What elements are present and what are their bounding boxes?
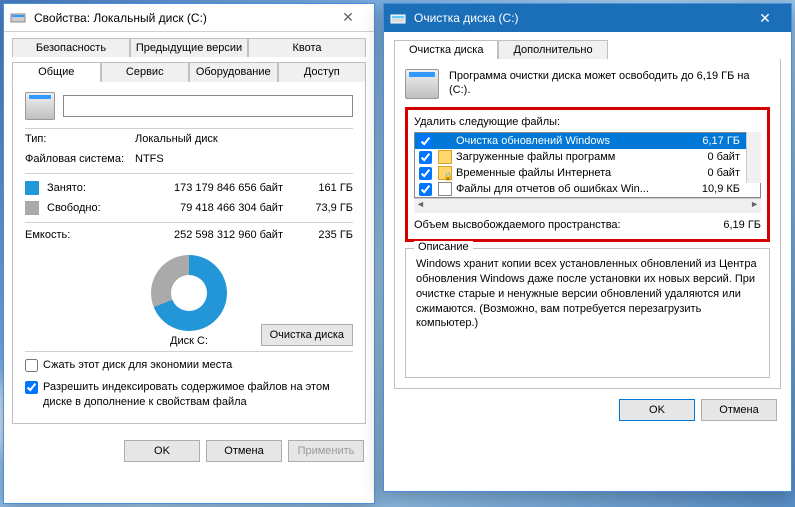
cancel-button[interactable]: Отмена bbox=[701, 399, 777, 421]
tab-tools[interactable]: Сервис bbox=[101, 62, 190, 82]
tab-hardware[interactable]: Оборудование bbox=[189, 62, 278, 82]
capacity-label: Емкость: bbox=[25, 229, 131, 241]
type-label: Тип: bbox=[25, 133, 135, 145]
general-tab-content: Тип: Локальный диск Файловая система: NT… bbox=[12, 82, 366, 424]
folder-icon bbox=[438, 150, 452, 164]
dialog-buttons: OK Отмена bbox=[384, 389, 791, 421]
close-button[interactable]: ✕ bbox=[745, 8, 785, 28]
description-title: Описание bbox=[414, 241, 473, 253]
scroll-left-icon[interactable]: ◄ bbox=[416, 199, 425, 213]
disk-cleanup-button[interactable]: Очистка диска bbox=[261, 324, 353, 346]
file-icon bbox=[438, 182, 452, 196]
filesystem-value: NTFS bbox=[135, 153, 353, 165]
titlebar: Очистка диска (C:) ✕ bbox=[384, 4, 791, 32]
ok-button[interactable]: OK bbox=[124, 440, 200, 462]
usage-donut-chart bbox=[151, 255, 227, 331]
win-icon bbox=[438, 134, 452, 148]
vertical-scrollbar[interactable] bbox=[746, 132, 761, 183]
cancel-button[interactable]: Отмена bbox=[206, 440, 282, 462]
cleanup-drive-icon bbox=[405, 69, 439, 99]
tab-cleanup[interactable]: Очистка диска bbox=[394, 40, 498, 59]
capacity-gb: 235 ГБ bbox=[303, 229, 353, 241]
file-row[interactable]: Загруженные файлы программ0 байт bbox=[415, 149, 760, 165]
free-bytes: 79 418 466 304 байт bbox=[129, 202, 303, 214]
cleanup-tabs: Очистка диска Дополнительно bbox=[384, 32, 791, 59]
drive-icon bbox=[10, 8, 26, 27]
dialog-title: Очистка диска (C:) bbox=[410, 11, 745, 25]
file-name: Временные файлы Интернета bbox=[456, 167, 692, 179]
freed-space-value: 6,19 ГБ bbox=[691, 219, 761, 231]
free-gb: 73,9 ГБ bbox=[303, 202, 353, 214]
folder-lock-icon bbox=[438, 166, 452, 180]
scroll-right-icon[interactable]: ► bbox=[750, 199, 759, 213]
file-name: Очистка обновлений Windows bbox=[456, 135, 692, 147]
file-checkbox[interactable] bbox=[419, 135, 432, 148]
drive-icon bbox=[390, 9, 406, 28]
filesystem-label: Файловая система: bbox=[25, 153, 135, 165]
free-label: Свободно: bbox=[47, 202, 129, 214]
cleanup-intro: Программа очистки диска может освободить… bbox=[449, 69, 770, 99]
used-label: Занято: bbox=[47, 182, 129, 194]
tab-more-options[interactable]: Дополнительно bbox=[498, 40, 607, 59]
used-gb: 161 ГБ bbox=[303, 182, 353, 194]
files-highlight-box: Удалить следующие файлы: Очистка обновле… bbox=[405, 107, 770, 242]
tabs-row-2: Общие Сервис Оборудование Доступ bbox=[4, 56, 374, 82]
titlebar: Свойства: Локальный диск (C:) ✕ bbox=[4, 4, 374, 32]
compress-label: Сжать этот диск для экономии места bbox=[43, 358, 353, 372]
drive-name-input[interactable] bbox=[63, 95, 353, 117]
file-size: 10,9 КБ bbox=[696, 183, 756, 195]
tab-quota[interactable]: Квота bbox=[248, 38, 366, 57]
file-name: Загруженные файлы программ bbox=[456, 151, 692, 163]
disk-cleanup-dialog: Очистка диска (C:) ✕ Очистка диска Допол… bbox=[383, 3, 792, 492]
file-checkbox[interactable] bbox=[419, 167, 432, 180]
type-value: Локальный диск bbox=[135, 133, 353, 145]
cleanup-tab-content: Программа очистки диска может освободить… bbox=[394, 59, 781, 389]
tab-general[interactable]: Общие bbox=[12, 62, 101, 82]
used-swatch bbox=[25, 181, 39, 195]
index-checkbox[interactable] bbox=[25, 381, 38, 394]
horizontal-scrollbar[interactable]: ◄ ► bbox=[414, 198, 761, 213]
file-list[interactable]: Очистка обновлений Windows6,17 ГБЗагруже… bbox=[414, 132, 761, 198]
file-row[interactable]: Файлы для отчетов об ошибках Win... 10,9 … bbox=[415, 181, 760, 197]
compress-checkbox[interactable] bbox=[25, 359, 38, 372]
file-row[interactable]: Очистка обновлений Windows6,17 ГБ bbox=[415, 133, 760, 149]
used-bytes: 173 179 846 656 байт bbox=[129, 182, 303, 194]
tabs-row-1: Безопасность Предыдущие версии Квота bbox=[4, 32, 374, 57]
dialog-title: Свойства: Локальный диск (C:) bbox=[30, 11, 328, 25]
file-name: Файлы для отчетов об ошибках Win... bbox=[456, 183, 692, 195]
tab-security[interactable]: Безопасность bbox=[12, 38, 130, 57]
ok-button[interactable]: OK bbox=[619, 399, 695, 421]
capacity-bytes: 252 598 312 960 байт bbox=[131, 229, 303, 241]
free-swatch bbox=[25, 201, 39, 215]
description-text: Windows хранит копии всех установленных … bbox=[416, 257, 759, 331]
tab-sharing[interactable]: Доступ bbox=[278, 62, 367, 82]
file-row[interactable]: Временные файлы Интернета0 байт bbox=[415, 165, 760, 181]
tab-previous-versions[interactable]: Предыдущие версии bbox=[130, 38, 248, 57]
delete-files-label: Удалить следующие файлы: bbox=[414, 114, 761, 132]
index-label: Разрешить индексировать содержимое файло… bbox=[43, 380, 353, 409]
drive-icon-large bbox=[25, 92, 55, 120]
drive-properties-dialog: Свойства: Локальный диск (C:) ✕ Безопасн… bbox=[3, 3, 375, 504]
close-button[interactable]: ✕ bbox=[328, 8, 368, 28]
dialog-buttons: OK Отмена Применить bbox=[4, 432, 374, 470]
file-checkbox[interactable] bbox=[419, 183, 432, 196]
apply-button[interactable]: Применить bbox=[288, 440, 364, 462]
description-group: Описание Windows хранит копии всех устан… bbox=[405, 248, 770, 378]
file-checkbox[interactable] bbox=[419, 151, 432, 164]
freed-space-label: Объем высвобождаемого пространства: bbox=[414, 219, 691, 231]
